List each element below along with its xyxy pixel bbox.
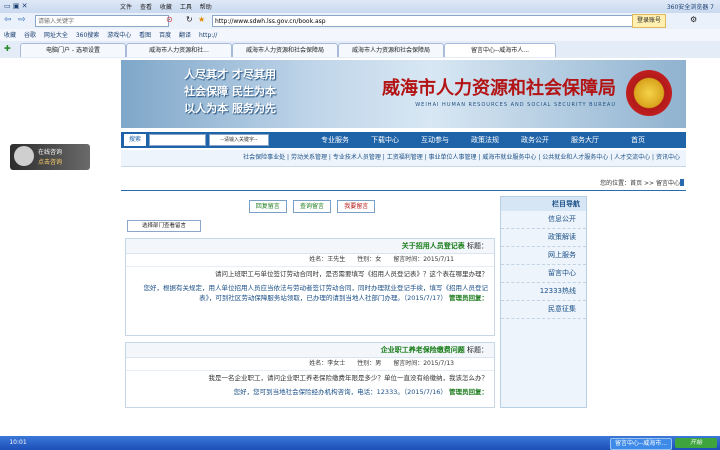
reply-messages-button[interactable]: 回复留言	[248, 200, 287, 213]
browser-titlebar: ▭ ▣ ✕ 文件 查看 收藏 工具 帮助 360安全浏览器 7	[0, 0, 720, 14]
message-reply: 您好，您可到当地社会保险经办机构咨询，电话：12333。（2015/7/16） …	[233, 388, 488, 396]
nav-government[interactable]: 政务公开	[521, 134, 549, 146]
sidebar: 栏目导航 信息公开 政策解读 网上服务 留言中心 12333热线 民意征集	[500, 196, 587, 408]
site-title: 威海市人力资源和社会保障局	[382, 78, 616, 99]
sidebar-item[interactable]: 留言中心	[501, 265, 586, 283]
sidebar-item[interactable]: 政策解读	[501, 229, 586, 247]
sidebar-item[interactable]: 信息公开	[501, 211, 586, 229]
browser-title: 360安全浏览器 7	[666, 4, 714, 11]
site-banner: 人尽其才 才尽其用 社会保障 民生为本 以人为本 服务为先 威海市人力资源和社会…	[121, 60, 686, 128]
fav-item[interactable]: 看图	[139, 32, 151, 39]
consult-float-banner[interactable]: 在线咨询 点击咨询	[10, 144, 90, 170]
menu-help[interactable]: 帮助	[200, 4, 212, 11]
write-message-button[interactable]: 我要留言	[337, 200, 376, 213]
refresh-icon[interactable]: ↻	[186, 15, 193, 24]
settings-icon[interactable]: ⚙	[690, 15, 697, 24]
message-reply: 您好，根据有关规定，用人单位招用人员应当依法与劳动者签订劳动合同，同时办理就业登…	[143, 284, 489, 302]
message-meta: 姓名：王先生 性别：女 留言时间：2015/7/11	[126, 254, 494, 267]
breadcrumb-marker-icon	[680, 179, 684, 186]
new-tab-icon[interactable]: ✚	[4, 44, 11, 53]
sidebar-item[interactable]: 民意征集	[501, 301, 586, 319]
link-talent-exchange[interactable]: 人才交流中心	[614, 154, 650, 161]
clock: 10:01	[9, 439, 27, 446]
back-icon[interactable]: ⇦	[4, 15, 12, 25]
menu-tools[interactable]: 工具	[180, 4, 192, 11]
link-public-employment[interactable]: 公共就业和人才服务中心	[542, 154, 608, 161]
taskbar: 10:01 留言中心--威海市... 开始	[0, 436, 720, 450]
fav-item[interactable]: http://	[199, 32, 217, 39]
nav-search-input[interactable]	[149, 134, 206, 146]
sub-links: 社会保险事业处 | 劳动关系管理 | 专业技术人员管理 | 工资福利管理 | 事…	[121, 150, 686, 167]
nav-download[interactable]: 下载中心	[371, 134, 399, 146]
link-public-institutions[interactable]: 事业单位人事管理	[429, 154, 477, 161]
tab-bar: ✚ 电脑门户 - 选项设置 威海市人力资源和社... 威海市人力资源和社会保障局…	[0, 41, 720, 59]
nav-professional[interactable]: 专业服务	[321, 134, 349, 146]
sidebar-title: 栏目导航	[501, 197, 586, 211]
taskbar-window-button[interactable]: 留言中心--威海市...	[610, 438, 672, 450]
address-toolbar: ⇦ ⇨ ⊙ ↻ ★ 登录账号 ⚙	[0, 13, 720, 30]
fav-item[interactable]: 翻译	[179, 32, 191, 39]
fav-item[interactable]: 收藏	[4, 32, 16, 39]
fav-item[interactable]: 游戏中心	[107, 32, 131, 39]
nav-service-hall[interactable]: 服务大厅	[571, 134, 599, 146]
link-wage-welfare[interactable]: 工资福利管理	[387, 154, 423, 161]
message-title-label: 标题：	[467, 346, 488, 354]
menu-bar[interactable]: 文件 查看 收藏 工具 帮助	[120, 2, 212, 11]
forward-icon[interactable]: ⇨	[18, 15, 26, 25]
site-subtitle: WEIHAI HUMAN RESOURCES AND SOCIAL SECURI…	[415, 102, 616, 108]
message-meta: 姓名：李女士 性别：男 留言时间：2015/7/13	[126, 358, 494, 371]
nav-search-select[interactable]: --请输入关键字--	[209, 134, 269, 146]
fav-item[interactable]: 360搜索	[76, 32, 99, 39]
link-professional-staff[interactable]: 专业技术人员管理	[333, 154, 381, 161]
nav-interaction[interactable]: 互动参与	[421, 134, 449, 146]
banner-slogans: 人尽其才 才尽其用 社会保障 民生为本 以人为本 服务为先	[184, 68, 276, 115]
login-button[interactable]: 登录账号	[632, 14, 667, 28]
fav-item[interactable]: 谷歌	[24, 32, 36, 39]
breadcrumb: 您的位置：首页 >> 留言中心	[121, 176, 686, 191]
window-controls[interactable]: ▭ ▣ ✕	[4, 2, 28, 10]
menu-view[interactable]: 查看	[140, 4, 152, 11]
tab-4[interactable]: 威海市人力资源和社会保障局	[338, 43, 444, 57]
address-input[interactable]	[212, 15, 633, 27]
link-employment-center[interactable]: 威海市就业服务中心	[482, 154, 536, 161]
tab-2[interactable]: 威海市人力资源和社...	[126, 43, 232, 57]
link-news[interactable]: 资讯中心	[656, 154, 680, 161]
message-content: 回复留言 查询留言 我要留言 选择部门查看留言 关于招用人员登记表 标题： 姓名…	[125, 196, 495, 408]
search-box[interactable]	[35, 15, 169, 27]
message-title[interactable]: 企业职工养老保险缴费问题	[381, 346, 465, 354]
tab-3[interactable]: 威海市人力资源和社会保障局	[232, 43, 338, 57]
tab-active[interactable]: 留言中心--威海市人...	[444, 43, 556, 57]
start-button[interactable]: 开始	[675, 438, 717, 448]
favorite-star-icon[interactable]: ★	[198, 15, 205, 24]
sidebar-item[interactable]: 12333热线	[501, 283, 586, 301]
fav-item[interactable]: 百度	[159, 32, 171, 39]
tab-1[interactable]: 电脑门户 - 选项设置	[20, 43, 126, 57]
headset-icon	[14, 146, 34, 166]
search-messages-button[interactable]: 查询留言	[292, 200, 331, 213]
national-emblem-icon	[626, 70, 672, 116]
search-engine-icon[interactable]: ⊙	[166, 15, 173, 24]
nav-policy[interactable]: 政策法规	[471, 134, 499, 146]
message-item: 关于招用人员登记表 标题： 姓名：王先生 性别：女 留言时间：2015/7/11…	[125, 238, 495, 336]
message-title[interactable]: 关于招用人员登记表	[402, 242, 465, 250]
link-social-insurance[interactable]: 社会保险事业处	[243, 154, 285, 161]
menu-fav[interactable]: 收藏	[160, 4, 172, 11]
department-select[interactable]: 选择部门查看留言	[127, 220, 201, 232]
link-labor-relations[interactable]: 劳动关系管理	[291, 154, 327, 161]
nav-home[interactable]: 首页	[631, 134, 645, 146]
message-question: 我是一名企业职工，请问企业职工养老保险缴费年限是多少？单位一直没有给缴纳，我该怎…	[208, 374, 489, 382]
message-question: 请问上班职工与单位签订劳动合同时，是否需要填写《招用人员登记表》？这个表在哪里办…	[215, 270, 488, 278]
fav-item[interactable]: 网址大全	[44, 32, 68, 39]
main-nav: 搜索 --请输入关键字-- 专业服务 下载中心 互动参与 政策法规 政务公开 服…	[121, 132, 686, 148]
message-item: 企业职工养老保险缴费问题 标题： 姓名：李女士 性别：男 留言时间：2015/7…	[125, 342, 495, 408]
sidebar-item[interactable]: 网上服务	[501, 247, 586, 265]
menu-file[interactable]: 文件	[120, 4, 132, 11]
message-title-label: 标题：	[467, 242, 488, 250]
search-button[interactable]: 搜索	[124, 134, 147, 146]
